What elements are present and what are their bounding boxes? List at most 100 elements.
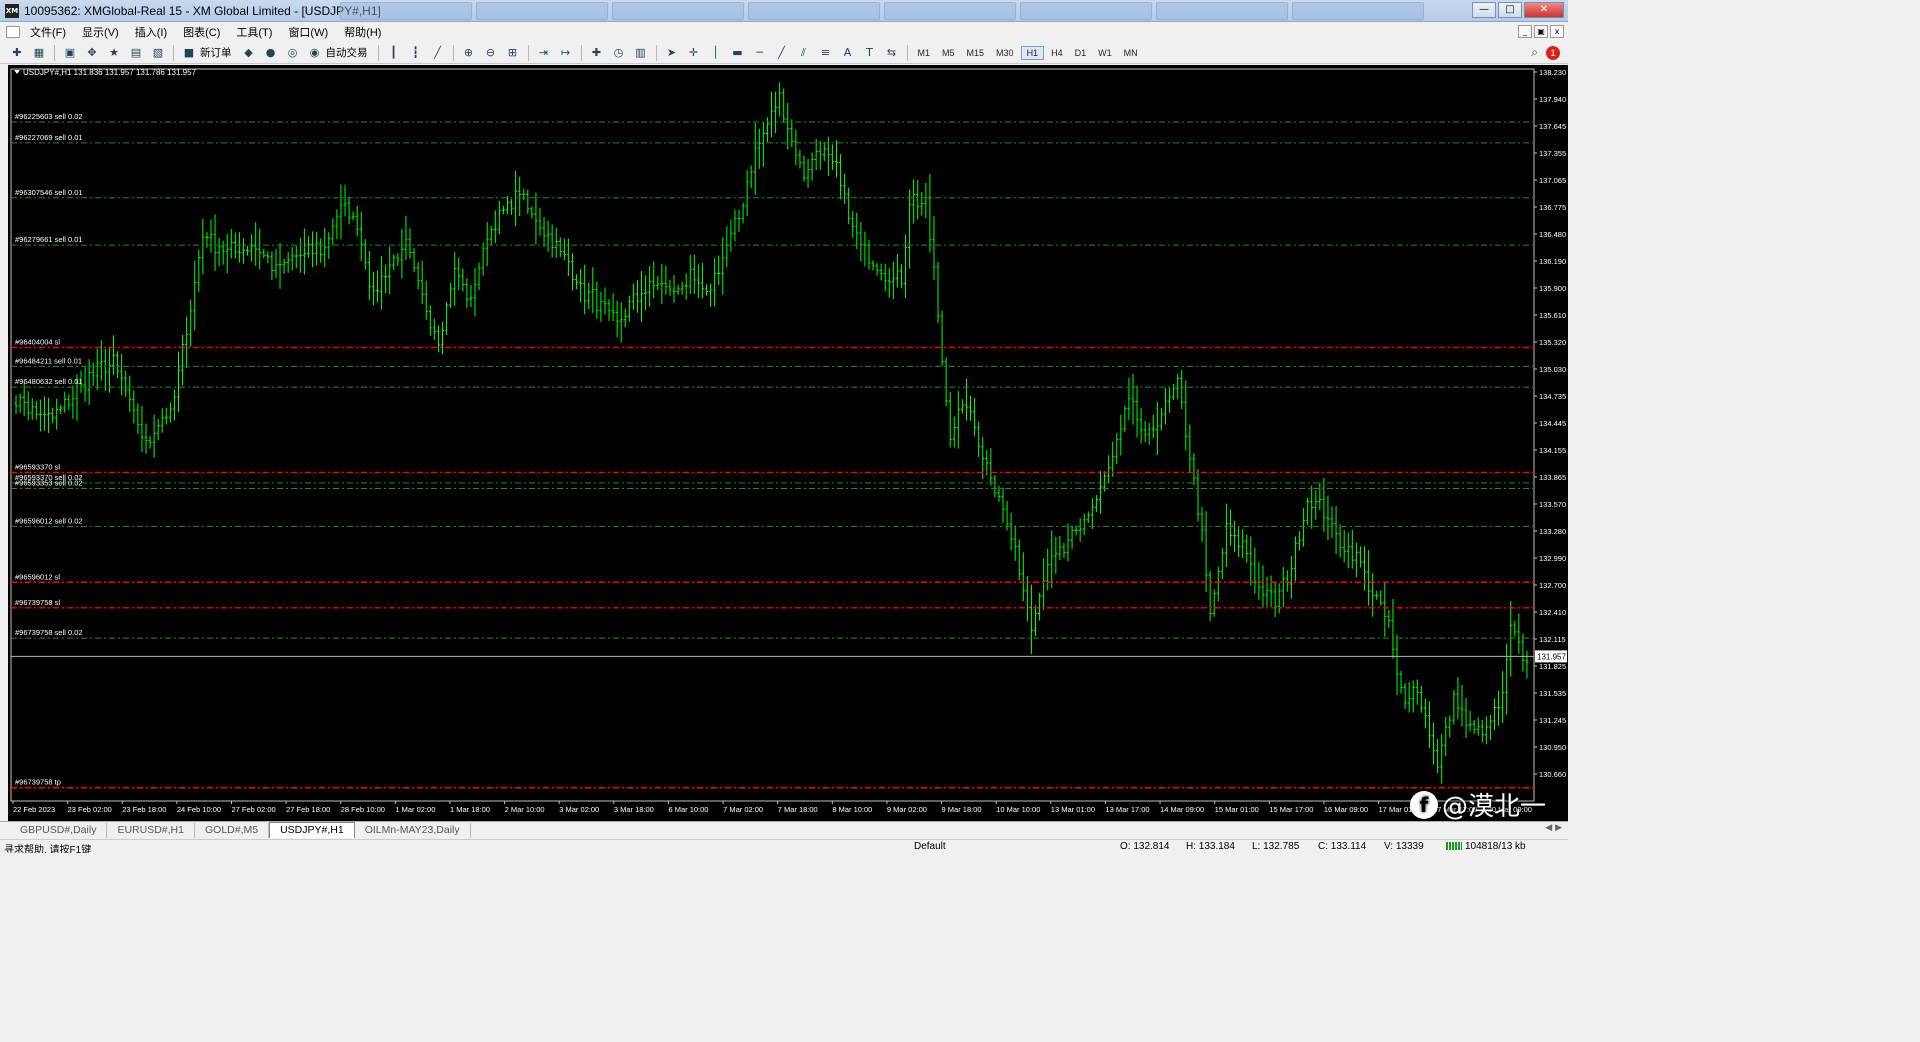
zoom-in-icon[interactable]: ⊕: [461, 45, 477, 61]
timeframe-d1[interactable]: D1: [1070, 47, 1092, 59]
new-order-icon[interactable]: ■: [181, 45, 197, 61]
blurred-tab[interactable]: [884, 2, 1016, 20]
x-axis-tick-label: 15 Mar 17:00: [1269, 805, 1313, 814]
menu-view[interactable]: 显示(V): [82, 24, 119, 40]
document-icon[interactable]: [6, 26, 20, 38]
x-axis-tick-label: 28 Feb 10:00: [341, 805, 385, 814]
profiles-icon[interactable]: ▦: [31, 45, 47, 61]
x-axis-tick-label: 1 Mar 02:00: [395, 805, 435, 814]
connection-bars-icon: [1446, 842, 1462, 851]
blurred-tab[interactable]: [748, 2, 880, 20]
navigator-icon[interactable]: ★: [106, 45, 122, 61]
toolbar: ✚ ▦ ▣ ✥ ★ ▤ ▧ ■ 新订单 ◆ ● ◎ ◉ 自动交易 ┃ ┇ ╱ ⊕…: [0, 42, 1568, 64]
new-chart-icon[interactable]: ✚: [9, 45, 25, 61]
horizontal-line-icon[interactable]: ─: [752, 45, 768, 61]
y-axis-tick-label: 133.570: [1539, 500, 1566, 509]
timeframe-mn[interactable]: MN: [1119, 47, 1143, 59]
minimize-button[interactable]: —: [1472, 2, 1496, 18]
rectangle-icon[interactable]: ▬: [730, 45, 746, 61]
blurred-tab[interactable]: [612, 2, 744, 20]
terminal-icon[interactable]: ▤: [128, 45, 144, 61]
timeframe-m30[interactable]: M30: [991, 47, 1019, 59]
bar-chart-icon[interactable]: ┃: [386, 45, 402, 61]
tile-windows-icon[interactable]: ⊞: [505, 45, 521, 61]
templates-icon[interactable]: ▥: [633, 45, 649, 61]
blurred-tab[interactable]: [1156, 2, 1288, 20]
market-icon[interactable]: ◎: [285, 45, 301, 61]
fibonacci-icon[interactable]: ≡: [818, 45, 834, 61]
blurred-tab[interactable]: [476, 2, 608, 20]
tab-eurusd-h1[interactable]: EURUSD#,H1: [107, 823, 195, 838]
text-icon[interactable]: A: [840, 45, 856, 61]
mdi-close-button[interactable]: x: [1550, 25, 1564, 38]
timeframe-m15[interactable]: M15: [962, 47, 990, 59]
menu-help[interactable]: 帮助(H): [344, 24, 381, 40]
data-window-icon[interactable]: ✥: [84, 45, 100, 61]
order-line-label: #96307546 sell 0.01: [15, 188, 83, 197]
timeframe-h4[interactable]: H4: [1046, 47, 1068, 59]
window-title: 10095362: XMGlobal-Real 15 - XM Global L…: [24, 3, 381, 18]
market-watch-icon[interactable]: ▣: [62, 45, 78, 61]
crosshair-icon[interactable]: ✛: [686, 45, 702, 61]
blurred-taskbar-tabs: [340, 2, 1424, 20]
status-connection[interactable]: 104818/13 kb: [1446, 841, 1526, 852]
close-button[interactable]: ✕: [1524, 2, 1564, 18]
auto-trading-icon[interactable]: ◉: [307, 45, 323, 61]
x-axis-tick-label: 1 Mar 18:00: [450, 805, 490, 814]
menu-window[interactable]: 窗口(W): [288, 24, 328, 40]
strategy-tester-icon[interactable]: ▧: [150, 45, 166, 61]
order-line-label: #96484211 sell 0.01: [15, 356, 82, 365]
line-chart-icon[interactable]: ╱: [430, 45, 446, 61]
cursor-icon[interactable]: ➤: [664, 45, 680, 61]
notification-badge[interactable]: 1: [1546, 45, 1560, 60]
menu-charts[interactable]: 图表(C): [183, 24, 220, 40]
text-label-icon[interactable]: T: [862, 45, 878, 61]
channel-icon[interactable]: ⫽: [796, 45, 812, 61]
auto-trading-button[interactable]: 自动交易: [326, 45, 368, 60]
new-order-button[interactable]: 新订单: [200, 45, 232, 60]
timeframe-h1[interactable]: H1: [1020, 45, 1045, 60]
arrows-icon[interactable]: ⇆: [884, 45, 900, 61]
mdi-controls: _ ▣ x: [1518, 25, 1564, 38]
timeframe-m5[interactable]: M5: [937, 47, 960, 59]
timeframe-w1[interactable]: W1: [1093, 47, 1117, 59]
y-axis-tick-label: 130.950: [1539, 743, 1566, 752]
blurred-tab[interactable]: [340, 2, 472, 20]
trendline-icon[interactable]: ╱: [774, 45, 790, 61]
x-axis-tick-label: 27 Feb 02:00: [231, 805, 275, 814]
xm-app-icon[interactable]: XM: [5, 3, 19, 18]
mdi-restore-button[interactable]: ▣: [1534, 25, 1548, 38]
timeframe-m1[interactable]: M1: [913, 47, 936, 59]
x-axis-tick-label: 10 Mar 10:00: [996, 805, 1040, 814]
tab-scroll-arrows[interactable]: ◀ ▶: [1545, 823, 1562, 833]
zoom-out-icon[interactable]: ⊖: [483, 45, 499, 61]
indicators-icon[interactable]: ✚: [589, 45, 605, 61]
menu-insert[interactable]: 插入(I): [135, 24, 167, 40]
chart-window[interactable]: #96225603 sell 0.02 #96227069 sell 0.01 #9…: [8, 65, 1568, 821]
tab-gbpusd-daily[interactable]: GBPUSD#,Daily: [10, 823, 108, 838]
mdi-minimize-button[interactable]: _: [1518, 25, 1532, 38]
status-bar: 寻求帮助, 请按F1键 Default O: 132.814 H: 133.18…: [0, 839, 1568, 853]
order-line-label: #96593370 sl: [15, 462, 60, 471]
auto-scroll-icon[interactable]: ⇥: [536, 45, 552, 61]
candlestick-icon[interactable]: ┇: [408, 45, 424, 61]
tab-gold-m5[interactable]: GOLD#,M5: [195, 823, 270, 838]
menu-file[interactable]: 文件(F): [30, 24, 66, 40]
tab-oil-may23-daily[interactable]: OILMn-MAY23,Daily: [355, 823, 471, 838]
blurred-tab[interactable]: [1292, 2, 1424, 20]
status-profile[interactable]: Default: [914, 841, 946, 852]
y-axis-tick-label: 131.825: [1539, 662, 1566, 671]
metaeditor-icon[interactable]: ◆: [241, 45, 257, 61]
chart-shift-icon[interactable]: ↦: [558, 45, 574, 61]
price-chart[interactable]: #96225603 sell 0.02 #96227069 sell 0.01 #9…: [8, 65, 1568, 821]
periods-icon[interactable]: ◷: [611, 45, 627, 61]
x-axis-tick-label: 7 Mar 02:00: [723, 805, 763, 814]
maximize-button[interactable]: □: [1498, 2, 1522, 18]
blurred-tab[interactable]: [1020, 2, 1152, 20]
signals-icon[interactable]: ●: [263, 45, 279, 61]
y-axis-tick-label: 132.700: [1539, 581, 1566, 590]
menu-tools[interactable]: 工具(T): [236, 24, 272, 40]
vertical-line-icon[interactable]: │: [708, 45, 724, 61]
tab-usdjpy-h1[interactable]: USDJPY#,H1: [269, 822, 355, 838]
search-icon[interactable]: ⌕: [1531, 45, 1538, 60]
